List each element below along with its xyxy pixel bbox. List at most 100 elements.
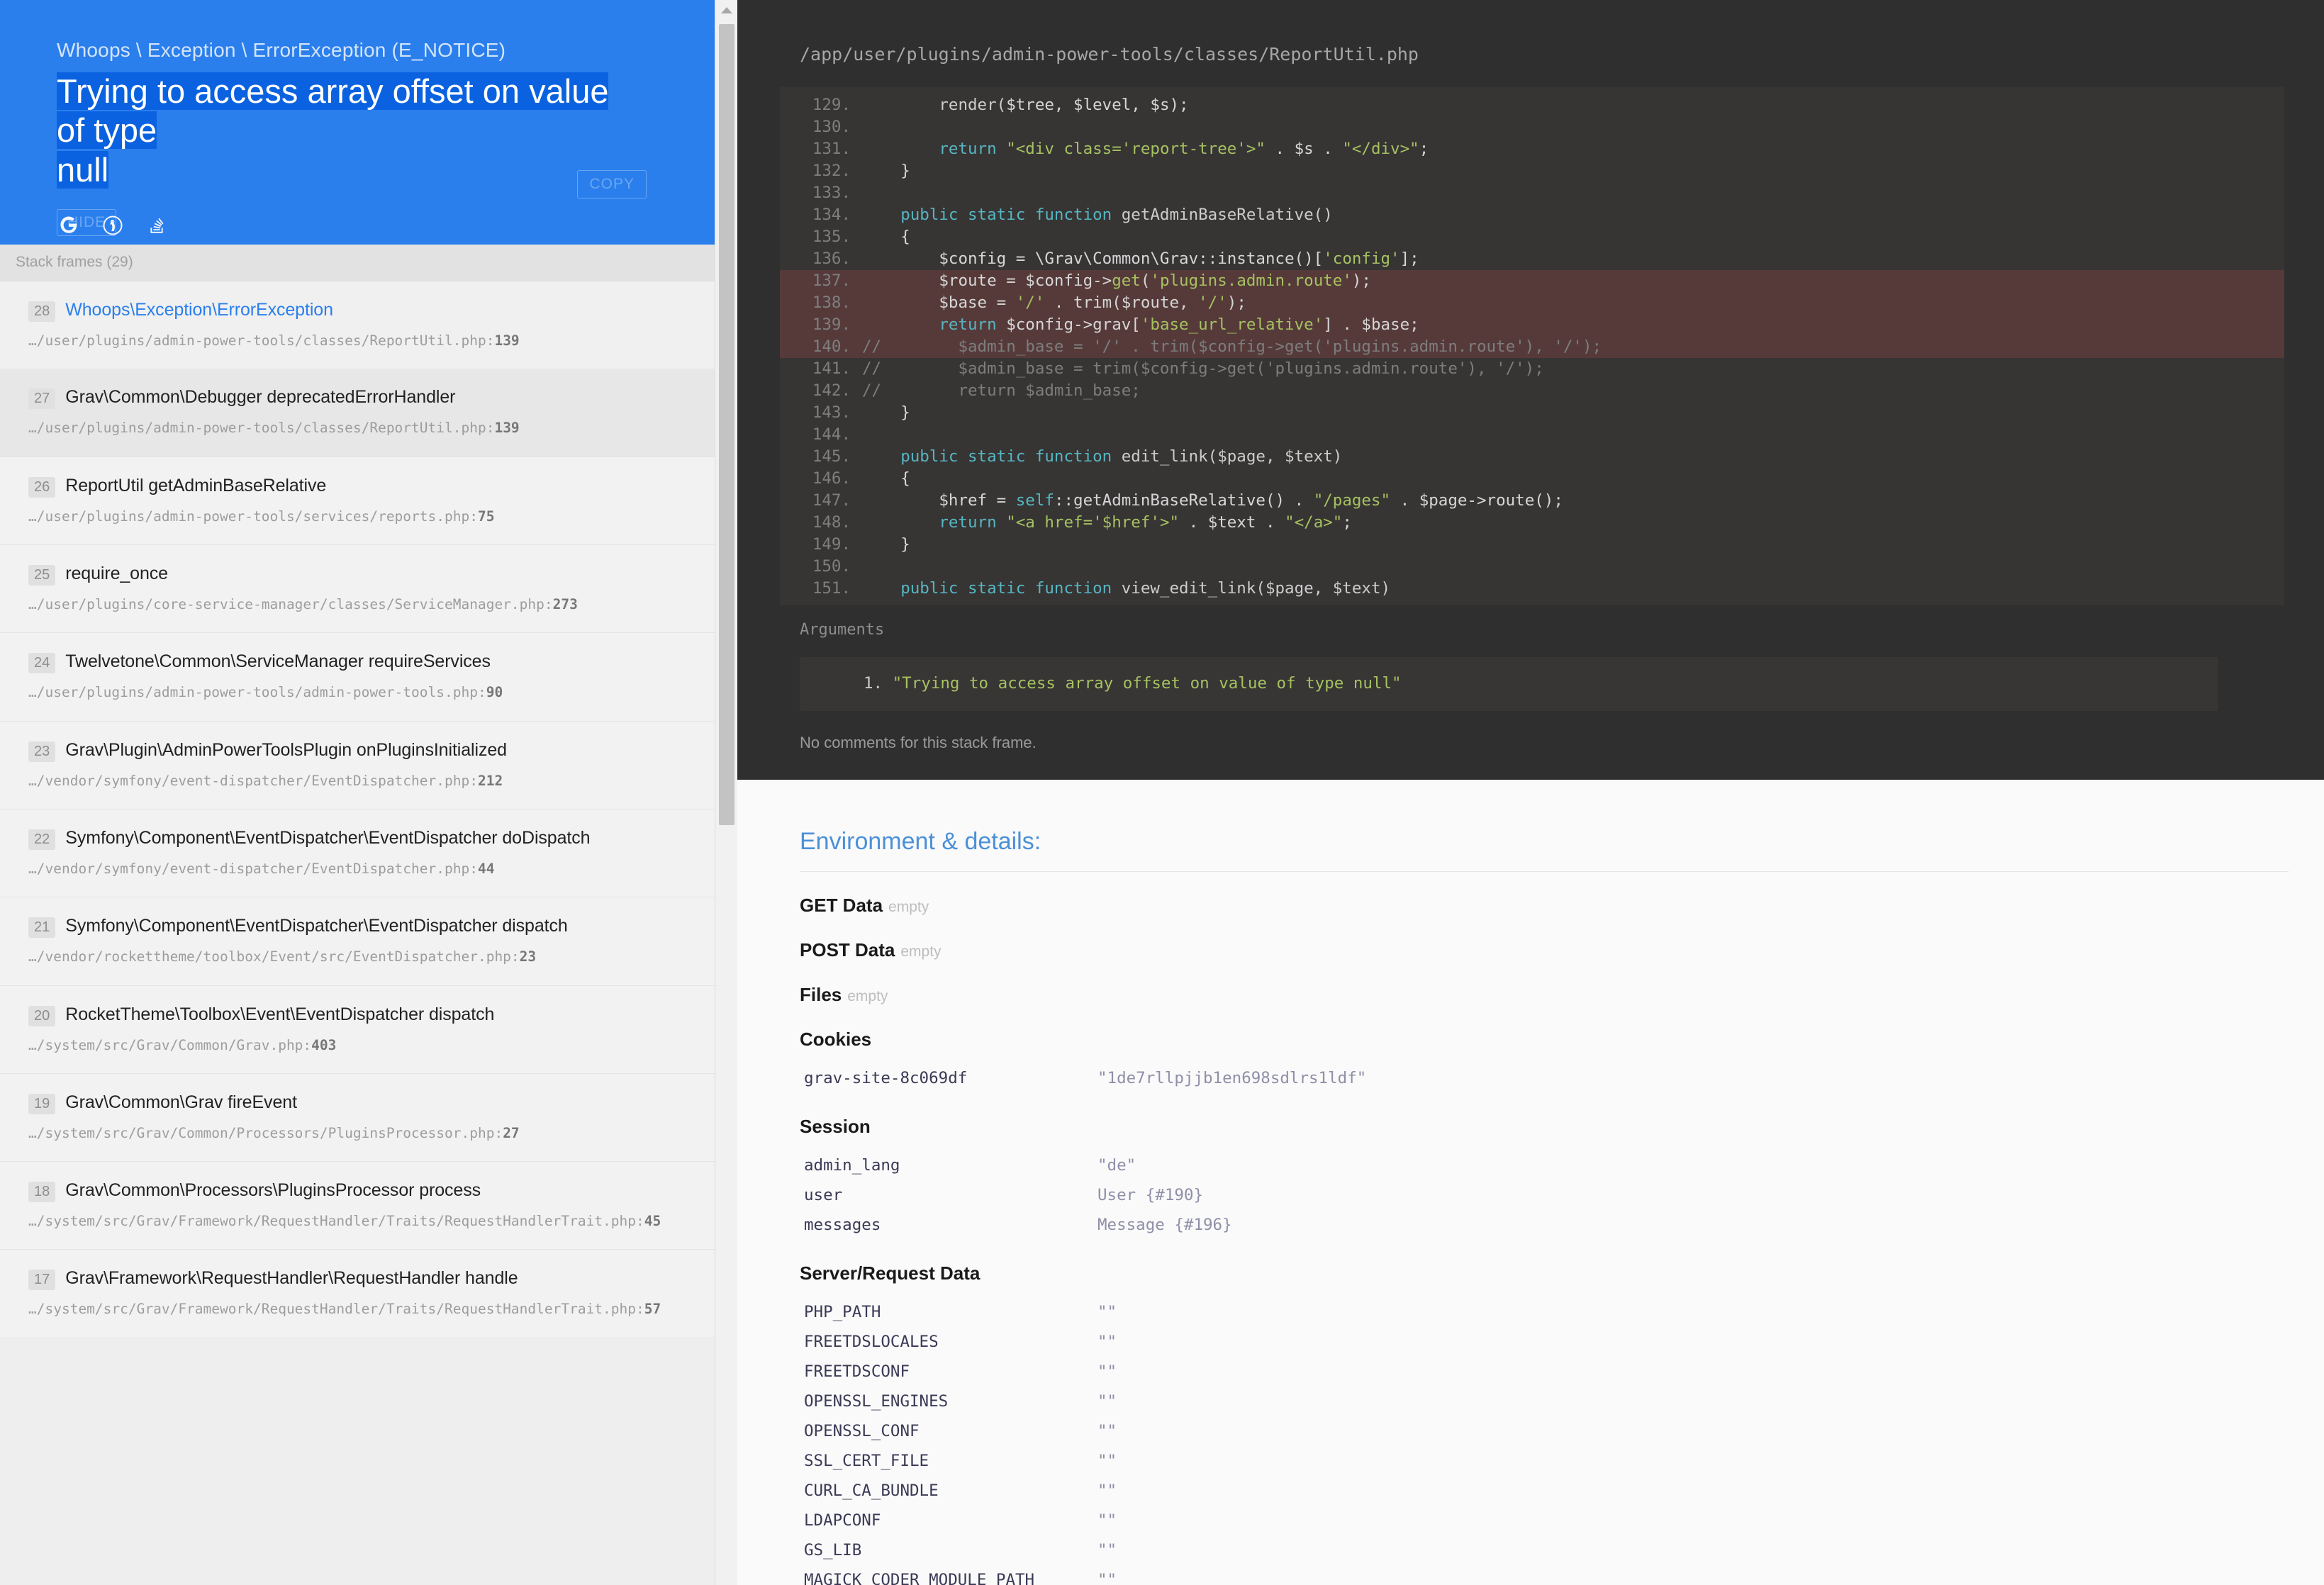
- code-line-number: 136.: [812, 250, 851, 268]
- env-empty-badge: empty: [888, 899, 929, 915]
- sidebar-scrollbar[interactable]: [715, 0, 737, 1585]
- frame-function: Grav\Common\Debugger deprecatedErrorHand…: [65, 387, 456, 408]
- env-table: grav-site-8c069df "1de7rllpjjb1en698sdlrs…: [800, 1063, 2324, 1093]
- frame-function: Grav\Framework\RequestHandler\RequestHan…: [65, 1268, 518, 1289]
- scroll-up-arrow-icon[interactable]: [720, 7, 732, 13]
- code-line-number: 137.: [812, 271, 851, 290]
- env-value: User {#190}: [1097, 1186, 1204, 1204]
- frame-file-path: …/vendor/rockettheme/toolbox/Event/src/E…: [28, 948, 537, 965]
- env-key: OPENSSL_CONF: [804, 1422, 920, 1440]
- stack-frame-25[interactable]: 25 require_once …/user/plugins/core-servic…: [0, 544, 737, 634]
- code-line-content: $config = \Grav\Common\Grav::instance()[…: [939, 250, 1419, 268]
- env-key: LDAPCONF: [804, 1511, 881, 1530]
- env-key: messages: [804, 1216, 881, 1234]
- code-line: 149. }: [780, 534, 2284, 556]
- code-line-content: render($tree, $level, $s);: [939, 96, 1189, 114]
- frame-function: Grav\Common\Processors\PluginsProcessor …: [65, 1180, 481, 1201]
- frame-index: 17: [28, 1270, 56, 1291]
- code-line-number: 151.: [812, 579, 851, 598]
- code-line-content: public static function view_edit_link($p…: [900, 579, 1391, 598]
- stack-frame-20[interactable]: 20 RocketTheme\Toolbox\Event\EventDispatc…: [0, 985, 737, 1074]
- arguments-label: Arguments: [800, 621, 885, 639]
- stack-frame-17[interactable]: 17 Grav\Framework\RequestHandler\RequestH…: [0, 1250, 737, 1338]
- env-section-title: Files: [800, 984, 842, 1005]
- env-row: OPENSSL_CONF "": [800, 1416, 2324, 1446]
- code-line-number: 129.: [812, 96, 851, 114]
- hide-button[interactable]: HIDE: [57, 209, 117, 236]
- frame-function: ReportUtil getAdminBaseRelative: [65, 475, 327, 495]
- stack-frame-22[interactable]: 22 Symfony\Component\EventDispatcher\Even…: [0, 809, 737, 898]
- env-table: PHP_PATH "" FREETDSLOCALES "" FREETDSCONF "" O…: [800, 1297, 2324, 1585]
- stack-frame-27[interactable]: 27 Grav\Common\Debugger deprecatedErrorHa…: [0, 369, 737, 457]
- env-section-title: Cookies: [800, 1029, 872, 1050]
- code-line-number: 143.: [812, 403, 851, 422]
- code-line-content: return "<div class='report-tree'>" . $s …: [939, 140, 1429, 158]
- copy-button[interactable]: COPY: [577, 170, 647, 198]
- env-value: Message {#196}: [1097, 1216, 1232, 1234]
- code-line-number: 133.: [812, 184, 851, 202]
- stack-frames-label: Stack frames (29): [0, 245, 737, 281]
- frame-file-path: …/user/plugins/admin-power-tools/classes…: [28, 332, 520, 349]
- env-value: "": [1097, 1571, 1117, 1585]
- frame-index: 23: [28, 741, 56, 762]
- code-line: 151. public static function view_edit_li…: [780, 578, 2284, 600]
- stack-frames-list: 28 Whoops\Exception\ErrorException …/user/…: [0, 281, 737, 1338]
- code-line-number: 141.: [812, 359, 851, 378]
- env-row: PHP_PATH "": [800, 1297, 2324, 1327]
- env-key: OPENSSL_ENGINES: [804, 1392, 949, 1411]
- stack-frame-24[interactable]: 24 Twelvetone\Common\ServiceManager requi…: [0, 633, 737, 722]
- stack-frame-28[interactable]: 28 Whoops\Exception\ErrorException …/user/…: [0, 281, 737, 369]
- code-line-content: {: [900, 228, 910, 246]
- code-line: 139. return $config->grav['base_url_rela…: [780, 314, 2284, 336]
- env-section-heading: Server/Request Data: [800, 1262, 2324, 1284]
- stack-frame-18[interactable]: 18 Grav\Common\Processors\PluginsProcesso…: [0, 1162, 737, 1250]
- code-line: 143. }: [780, 402, 2284, 424]
- env-empty-badge: empty: [900, 943, 942, 960]
- env-key: CURL_CA_BUNDLE: [804, 1482, 939, 1500]
- code-line-content: }: [900, 535, 910, 554]
- env-section-title: Session: [800, 1116, 871, 1137]
- env-section-heading: Cookies: [800, 1029, 2324, 1051]
- code-line-content: // return $admin_base;: [862, 381, 1141, 400]
- stack-frame-21[interactable]: 21 Symfony\Component\EventDispatcher\Even…: [0, 897, 737, 986]
- code-line-number: 138.: [812, 293, 851, 312]
- environment-sections: GET Data empty POST Data empty Files empty Coo…: [800, 895, 2324, 1585]
- code-line-number: 132.: [812, 162, 851, 180]
- stack-frame-23[interactable]: 23 Grav\Plugin\AdminPowerToolsPlugin onPl…: [0, 721, 737, 810]
- code-line: 134. public static function getAdminBase…: [780, 204, 2284, 226]
- frame-index: 28: [28, 301, 56, 322]
- code-line: 135. {: [780, 226, 2284, 248]
- code-line-content: return "<a href='$href'>" . $text . "</a…: [939, 513, 1352, 532]
- argument-item: 1. "Trying to access array offset on val…: [800, 674, 2218, 693]
- code-line-number: 140.: [812, 337, 851, 356]
- env-key: user: [804, 1186, 843, 1204]
- code-line-number: 139.: [812, 315, 851, 334]
- env-section: Server/Request Data PHP_PATH "" FREETDSLOCA…: [800, 1262, 2324, 1585]
- code-line: 129. render($tree, $level, $s);: [780, 94, 2284, 116]
- environment-section: Environment & details: GET Data empty POST…: [737, 780, 2324, 1585]
- env-row: grav-site-8c069df "1de7rllpjjb1en698sdlrs…: [800, 1063, 2324, 1093]
- env-value: "": [1097, 1303, 1117, 1321]
- env-empty-badge: empty: [847, 988, 888, 1004]
- frame-file-path: …/user/plugins/core-service-manager/clas…: [28, 595, 578, 612]
- stack-frame-19[interactable]: 19 Grav\Common\Grav fireEvent …/system/src…: [0, 1073, 737, 1163]
- frame-index: 20: [28, 1005, 56, 1026]
- code-line: 140. // $admin_base = '/' . trim($config-…: [780, 336, 2284, 358]
- env-row: GS_LIB "": [800, 1535, 2324, 1565]
- frame-function: Twelvetone\Common\ServiceManager require…: [65, 651, 491, 672]
- env-section: Session admin_lang "de" user User {#190} mess…: [800, 1116, 2324, 1240]
- scrollbar-thumb[interactable]: [719, 24, 734, 825]
- frame-file-path: …/user/plugins/admin-power-tools/classes…: [28, 420, 520, 437]
- code-line: 146. {: [780, 468, 2284, 490]
- frame-index: 27: [28, 388, 56, 410]
- frame-function: Grav\Common\Grav fireEvent: [65, 1092, 297, 1112]
- stack-frame-26[interactable]: 26 ReportUtil getAdminBaseRelative …/user/…: [0, 457, 737, 545]
- stackoverflow-search-icon[interactable]: [145, 213, 169, 237]
- arguments-box: 1. "Trying to access array offset on val…: [800, 657, 2218, 711]
- env-value: "": [1097, 1511, 1117, 1530]
- env-row: CURL_CA_BUNDLE "": [800, 1476, 2324, 1506]
- code-line-content: }: [900, 162, 910, 180]
- frame-file-path: …/system/src/Grav/Common/Processors/Plug…: [28, 1124, 520, 1141]
- search-actions: [57, 213, 681, 237]
- code-line-content: public static function getAdminBaseRelat…: [900, 206, 1333, 224]
